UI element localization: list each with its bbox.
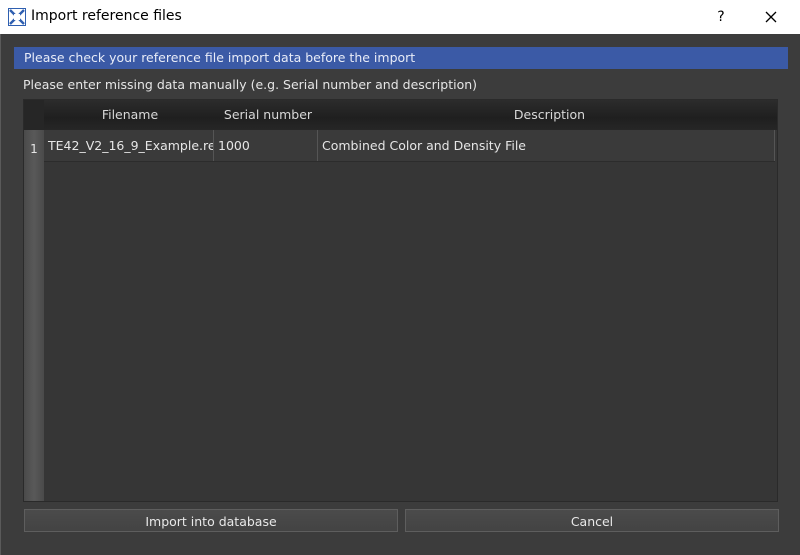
import-into-database-button[interactable]: Import into database (24, 509, 398, 532)
column-header-description[interactable]: Description (320, 100, 779, 130)
instruction-text: Please enter missing data manually (e.g.… (23, 77, 478, 92)
close-icon (765, 8, 777, 27)
table-corner-button[interactable] (24, 100, 44, 130)
xrite-icon (8, 8, 26, 26)
help-button[interactable]: ? (698, 0, 744, 34)
row-header-1[interactable]: 1 (24, 130, 44, 161)
table-row[interactable]: TE42_V2_16_9_Example.ref 1000 Combined C… (44, 130, 775, 162)
cell-description[interactable]: Combined Color and Density File (318, 130, 775, 161)
cancel-button[interactable]: Cancel (405, 509, 779, 532)
close-button[interactable] (748, 0, 794, 34)
cell-filename[interactable]: TE42_V2_16_9_Example.ref (44, 130, 214, 161)
column-header-serial-number[interactable]: Serial number (216, 100, 320, 130)
info-banner: Please check your reference file import … (14, 47, 788, 69)
window-title: Import reference files (31, 8, 182, 24)
column-header-filename[interactable]: Filename (44, 100, 216, 130)
reference-table: Filename Serial number Description 1 TE4… (23, 99, 778, 502)
cell-serial-number[interactable]: 1000 (214, 130, 318, 161)
table-header: Filename Serial number Description (44, 100, 777, 130)
dialog-body: Please check your reference file import … (0, 34, 800, 555)
row-header-column (24, 130, 44, 501)
title-bar: Import reference files ? (0, 0, 800, 34)
